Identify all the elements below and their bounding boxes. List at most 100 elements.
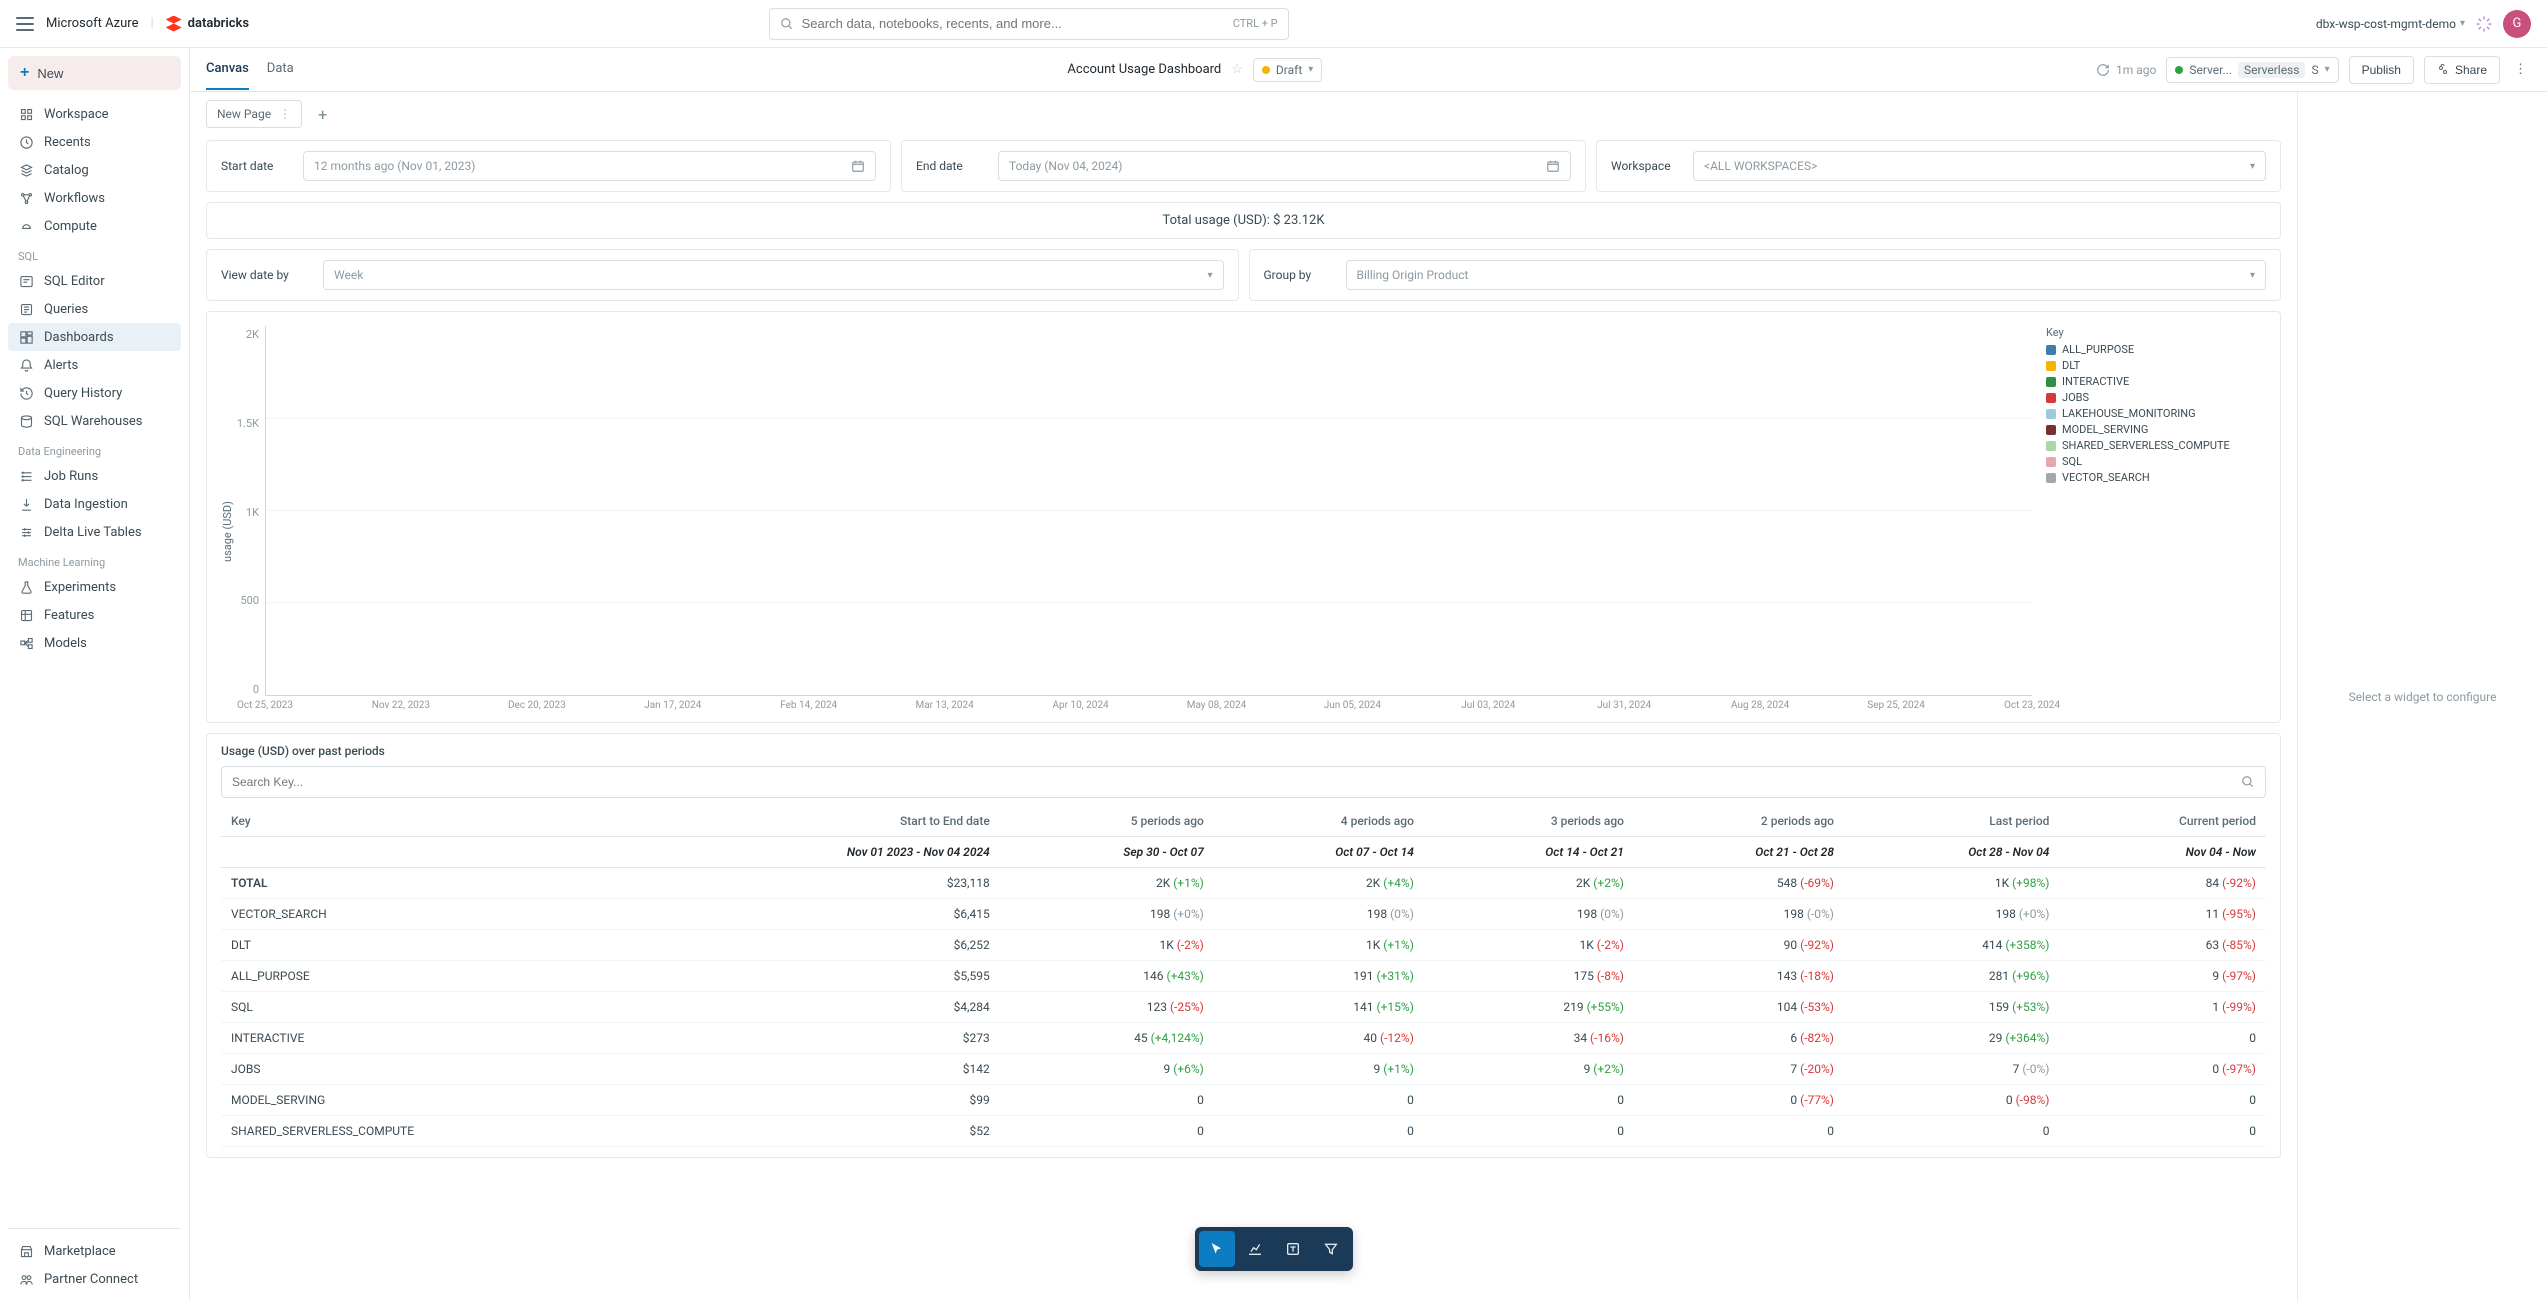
group-by-select[interactable]: Billing Origin Product▾ — [1346, 260, 2267, 290]
tab-data[interactable]: Data — [267, 49, 294, 90]
legend-item[interactable]: LAKEHOUSE_MONITORING — [2046, 407, 2262, 420]
menu-icon[interactable] — [16, 17, 34, 31]
share-button[interactable]: Share — [2424, 56, 2500, 84]
chart-legend: Key ALL_PURPOSEDLTINTERACTIVEJOBSLAKEHOU… — [2032, 326, 2262, 716]
star-icon[interactable]: ☆ — [1231, 62, 1243, 77]
sidebar-item-workflows[interactable]: Workflows — [8, 184, 181, 212]
queries-icon — [18, 301, 34, 317]
status-green-icon — [2175, 66, 2183, 74]
sidebar-item-sql-editor[interactable]: SQL Editor — [8, 267, 181, 295]
table-header[interactable]: 3 periods ago — [1424, 806, 1634, 837]
assistant-icon[interactable] — [2475, 15, 2493, 33]
dashboards-icon — [18, 329, 34, 345]
legend-item[interactable]: JOBS — [2046, 391, 2262, 404]
legend-item[interactable]: ALL_PURPOSE — [2046, 343, 2262, 356]
dashboard-header: Canvas Data Account Usage Dashboard ☆ Dr… — [190, 48, 2547, 92]
sidebar-item-sql-warehouses[interactable]: SQL Warehouses — [8, 407, 181, 435]
search-icon — [2241, 775, 2255, 789]
table-header[interactable]: Current period — [2059, 806, 2266, 837]
sidebar-item-recents[interactable]: Recents — [8, 128, 181, 156]
end-date-input[interactable]: Today (Nov 04, 2024) — [998, 151, 1571, 181]
table-row: INTERACTIVE$27345 (+4,124%)40 (-12%)34 (… — [221, 1023, 2266, 1054]
table-header[interactable]: 4 periods ago — [1214, 806, 1424, 837]
legend-item[interactable]: DLT — [2046, 359, 2262, 372]
canvas-toolbar — [1195, 1227, 1353, 1271]
filter-group-by: Group by Billing Origin Product▾ — [1249, 249, 2282, 301]
sidebar-item-dashboards[interactable]: Dashboards — [8, 323, 181, 351]
table-row: DLT$6,2521K (-2%)1K (+1%)1K (-2%)90 (-92… — [221, 930, 2266, 961]
avatar[interactable]: G — [2503, 10, 2531, 38]
legend-item[interactable]: SQL — [2046, 455, 2262, 468]
sidebar-item-experiments[interactable]: Experiments — [8, 573, 181, 601]
status-chip[interactable]: Draft ▾ — [1253, 58, 1322, 82]
sidebar-item-features[interactable]: Features — [8, 601, 181, 629]
tab-canvas[interactable]: Canvas — [206, 49, 249, 90]
sidebar-item-partner-connect[interactable]: Partner Connect — [8, 1265, 181, 1293]
refresh-status[interactable]: 1m ago — [2096, 63, 2156, 77]
workspace-select[interactable]: <ALL WORKSPACES>▾ — [1693, 151, 2266, 181]
legend-item[interactable]: SHARED_SERVERLESS_COMPUTE — [2046, 439, 2262, 452]
databricks-logo-icon — [166, 16, 182, 32]
table-row: ALL_PURPOSE$5,595146 (+43%)191 (+31%)175… — [221, 961, 2266, 992]
filter-end-date: End date Today (Nov 04, 2024) — [901, 140, 1586, 192]
compute-picker[interactable]: Server... Serverless S ▾ — [2166, 57, 2338, 83]
filter-workspace: Workspace <ALL WORKSPACES>▾ — [1596, 140, 2281, 192]
status-dot-icon — [1262, 66, 1270, 74]
kebab-icon[interactable]: ⋮ — [279, 107, 291, 121]
usage-table: KeyStart to End date5 periods ago4 perio… — [221, 806, 2266, 1147]
sidebar-item-compute[interactable]: Compute — [8, 212, 181, 240]
catalog-icon — [18, 162, 34, 178]
workspace-picker[interactable]: dbx-wsp-cost-mgmt-demo▾ — [2316, 17, 2465, 31]
publish-button[interactable]: Publish — [2349, 56, 2414, 84]
jobruns-icon — [18, 468, 34, 484]
start-date-input[interactable]: 12 months ago (Nov 01, 2023) — [303, 151, 876, 181]
sidebar-item-marketplace[interactable]: Marketplace — [8, 1237, 181, 1265]
table-search[interactable] — [221, 766, 2266, 798]
page-tab[interactable]: New Page⋮ — [206, 100, 302, 128]
filter-tool[interactable] — [1313, 1231, 1349, 1267]
chart-plot[interactable] — [265, 326, 2032, 696]
kebab-icon[interactable]: ⋮ — [2510, 62, 2531, 77]
legend-item[interactable]: INTERACTIVE — [2046, 375, 2262, 388]
table-row: SQL$4,284123 (-25%)141 (+15%)219 (+55%)1… — [221, 992, 2266, 1023]
refresh-icon — [2096, 63, 2110, 77]
main: Canvas Data Account Usage Dashboard ☆ Dr… — [190, 48, 2547, 1301]
x-axis: Oct 25, 2023Nov 22, 2023Dec 20, 2023Jan … — [265, 700, 2032, 716]
alerts-icon — [18, 357, 34, 373]
legend-item[interactable]: VECTOR_SEARCH — [2046, 471, 2262, 484]
partner-icon — [18, 1271, 34, 1287]
total-usage-card: Total usage (USD): $ 23.12K — [206, 202, 2281, 239]
view-by-select[interactable]: Week▾ — [323, 260, 1224, 290]
table-row: MODEL_SERVING$990 0 0 0 (-77%)0 (-98%)0 — [221, 1085, 2266, 1116]
table-header[interactable]: Key — [221, 806, 653, 837]
history-icon — [18, 385, 34, 401]
search-icon — [780, 17, 794, 31]
global-search[interactable]: CTRL + P — [769, 8, 1289, 40]
dlt-icon — [18, 524, 34, 540]
usage-chart[interactable]: usage (USD) 2K1.5K1K5000 Oct 25, 2023Nov… — [206, 311, 2281, 723]
sidebar-item-delta-live-tables[interactable]: Delta Live Tables — [8, 518, 181, 546]
sidebar-item-job-runs[interactable]: Job Runs — [8, 462, 181, 490]
add-page-button[interactable]: + — [310, 101, 335, 128]
legend-item[interactable]: MODEL_SERVING — [2046, 423, 2262, 436]
sidebar-item-models[interactable]: Models — [8, 629, 181, 657]
config-panel: Select a widget to configure — [2297, 92, 2547, 1301]
sidebar-item-alerts[interactable]: Alerts — [8, 351, 181, 379]
sidebar-item-queries[interactable]: Queries — [8, 295, 181, 323]
sidebar-item-catalog[interactable]: Catalog — [8, 156, 181, 184]
table-row: VECTOR_SEARCH$6,415198 (+0%)198 (0%)198 … — [221, 899, 2266, 930]
sidebar-item-query-history[interactable]: Query History — [8, 379, 181, 407]
table-header[interactable]: Start to End date — [653, 806, 1000, 837]
text-tool[interactable] — [1275, 1231, 1311, 1267]
table-header[interactable]: 5 periods ago — [1000, 806, 1214, 837]
chart-tool[interactable] — [1237, 1231, 1273, 1267]
table-header[interactable]: Last period — [1844, 806, 2059, 837]
search-input[interactable] — [802, 16, 1225, 31]
sidebar-item-workspace[interactable]: Workspace — [8, 100, 181, 128]
search-shortcut: CTRL + P — [1233, 17, 1278, 30]
sidebar-item-data-ingestion[interactable]: Data Ingestion — [8, 490, 181, 518]
table-row: JOBS$1429 (+6%)9 (+1%)9 (+2%)7 (-20%)7 (… — [221, 1054, 2266, 1085]
cursor-tool[interactable] — [1199, 1231, 1235, 1267]
new-button[interactable]: +New — [8, 56, 181, 90]
table-header[interactable]: 2 periods ago — [1634, 806, 1844, 837]
